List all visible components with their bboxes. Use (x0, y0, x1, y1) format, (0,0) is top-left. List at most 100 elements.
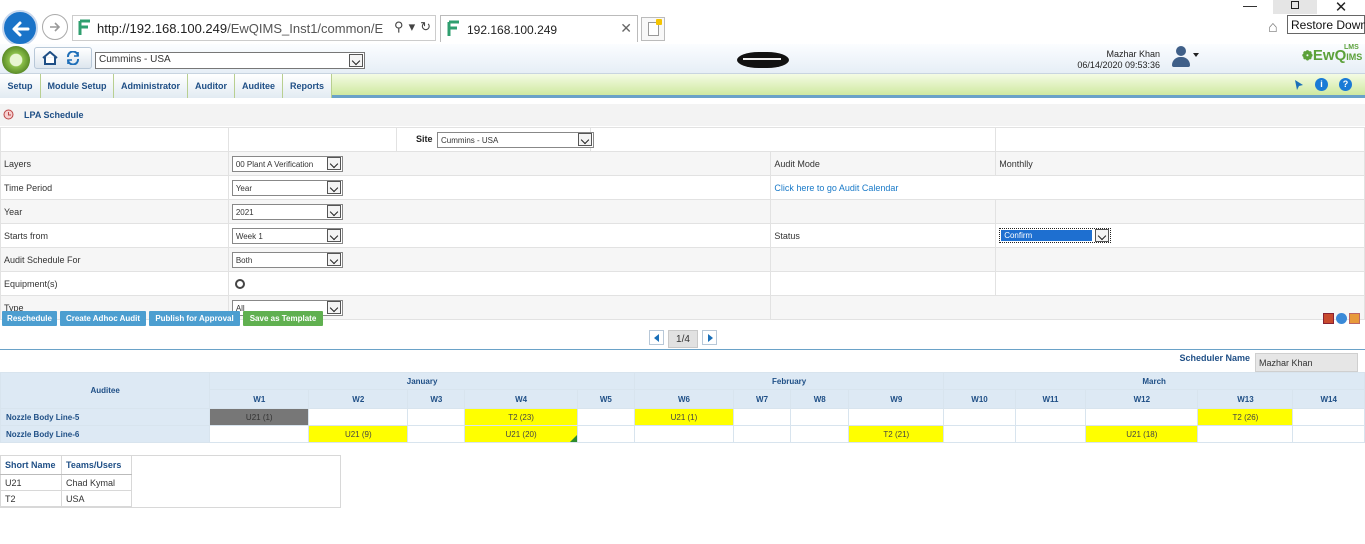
help-icon[interactable]: ? (1339, 78, 1352, 91)
close-tab-icon[interactable]: ✕ (620, 20, 632, 37)
chevron-down-icon (577, 132, 592, 146)
restore-down-button[interactable] (1273, 0, 1317, 14)
save-as-template-button[interactable]: Save as Template (243, 311, 323, 326)
schedule-cell[interactable] (633, 425, 734, 443)
section-divider (0, 349, 1365, 350)
chevron-down-icon[interactable]: ▾ (409, 19, 416, 34)
menu-reports[interactable]: Reports (283, 74, 332, 98)
forward-button[interactable] (42, 14, 68, 40)
minimize-button[interactable]: — (1241, 0, 1259, 14)
menu-module-setup[interactable]: Module Setup (41, 74, 114, 98)
schedule-cell[interactable] (1292, 425, 1365, 443)
refresh-icon[interactable]: ↻ (420, 19, 431, 34)
site-selector[interactable]: Cummins - USA (95, 52, 365, 69)
schedule-cell[interactable] (732, 408, 792, 426)
app-logo[interactable] (2, 46, 30, 74)
scheduler-name-field[interactable]: Mazhar Khan (1255, 353, 1358, 372)
user-menu-caret-icon[interactable] (1193, 53, 1199, 57)
schedule-cell[interactable] (407, 425, 466, 443)
audit-mode-value: Monthlly (995, 151, 1365, 176)
schedule-cell[interactable] (790, 408, 850, 426)
schedule-cell[interactable]: U21 (9) (308, 425, 409, 443)
starts-from-row: Starts from Week 1 Status Confirm (0, 223, 1365, 248)
schedule-cell[interactable] (1014, 425, 1087, 443)
home-icon[interactable] (42, 51, 58, 65)
address-bar[interactable]: http://192.168.100.249/EwQIMS_Inst1/comm… (72, 15, 436, 41)
schedule-cell[interactable] (1292, 408, 1365, 426)
starts-from-select[interactable]: Week 1 (231, 227, 343, 244)
schedule-cell[interactable] (209, 425, 310, 443)
calendar-export-icon[interactable] (1323, 313, 1334, 324)
browser-toolbar: http://192.168.100.249/EwQIMS_Inst1/comm… (0, 0, 1365, 46)
week-header: W6 (633, 389, 734, 409)
schedule-cell[interactable] (1014, 408, 1087, 426)
year-select[interactable]: 2021 (231, 203, 343, 220)
schedule-cell[interactable] (732, 425, 792, 443)
gear-icon[interactable] (234, 278, 245, 289)
layers-select[interactable]: 00 Plant A Verification (231, 155, 343, 172)
schedule-for-select[interactable]: Both (231, 251, 343, 268)
schedule-cell[interactable] (943, 425, 1016, 443)
time-period-select[interactable]: Year (231, 179, 343, 196)
page-indicator: 1/4 (668, 330, 698, 348)
publish-for-approval-button[interactable]: Publish for Approval (149, 311, 240, 326)
schedule-cell[interactable]: U21 (1) (209, 408, 310, 426)
schedule-cell[interactable] (1085, 408, 1199, 426)
legend-short-name-header: Short Name (0, 455, 62, 475)
create-adhoc-audit-button[interactable]: Create Adhoc Audit (60, 311, 146, 326)
info-icon[interactable]: i (1315, 78, 1328, 91)
schedule-cell[interactable] (407, 408, 466, 426)
close-window-button[interactable]: ✕ (1329, 0, 1353, 16)
menu-auditor[interactable]: Auditor (188, 74, 235, 98)
schedule-cell[interactable]: U21 (20) (464, 425, 578, 443)
reschedule-button[interactable]: Reschedule (2, 311, 57, 326)
week-header: W2 (308, 389, 409, 409)
search-icon[interactable]: ⚲ (394, 19, 404, 34)
week-header: W5 (576, 389, 635, 409)
week-header: W9 (848, 389, 945, 409)
grid-view-icon[interactable] (1349, 313, 1360, 324)
menu-administrator[interactable]: Administrator (114, 74, 188, 98)
schedule-cell[interactable]: U21 (18) (1085, 425, 1199, 443)
schedule-cell[interactable] (943, 408, 1016, 426)
schedule-cell[interactable] (576, 408, 635, 426)
user-avatar-icon[interactable] (1171, 46, 1191, 68)
week-header: W11 (1014, 389, 1087, 409)
arrow-left-icon (12, 21, 30, 37)
schedule-cell[interactable] (848, 408, 945, 426)
schedule-cell[interactable] (790, 425, 850, 443)
schedule-cell[interactable] (576, 425, 635, 443)
refresh-icon[interactable] (65, 51, 81, 65)
back-button[interactable] (2, 10, 38, 46)
audit-calendar-link[interactable]: Click here to go Audit Calendar (774, 183, 898, 193)
chevron-down-icon (326, 204, 341, 218)
legend-team-name: USA (61, 490, 132, 507)
schedule-for-value: Both (235, 255, 253, 265)
month-header: January (209, 372, 635, 390)
browser-tab[interactable]: 192.168.100.249 ✕ (440, 15, 638, 42)
previous-page-button[interactable] (649, 330, 664, 345)
schedule-cell[interactable] (1197, 425, 1294, 443)
schedule-cell[interactable]: T2 (23) (464, 408, 578, 426)
export-toolbar (1321, 313, 1360, 327)
schedule-cell[interactable]: U21 (1) (633, 408, 734, 426)
pin-icon[interactable] (1292, 78, 1306, 92)
new-tab-button[interactable] (641, 17, 665, 41)
site-favicon-icon (78, 19, 90, 35)
schedule-cell[interactable]: T2 (21) (848, 425, 945, 443)
next-page-button[interactable] (702, 330, 717, 345)
status-select[interactable]: Confirm (999, 228, 1112, 243)
site-filter-select[interactable]: Cummins - USA (436, 131, 594, 148)
globe-icon[interactable] (1336, 313, 1347, 324)
menu-setup[interactable]: Setup (0, 74, 41, 98)
menu-auditee[interactable]: Auditee (235, 74, 283, 98)
schedule-cell[interactable]: T2 (26) (1197, 408, 1294, 426)
home-icon[interactable]: ⌂ (1268, 19, 1278, 37)
schedule-cell[interactable] (308, 408, 409, 426)
auditee-name: Nozzle Body Line-5 (0, 408, 211, 426)
starts-from-value: Week 1 (235, 231, 263, 241)
legend-table: Short Name Teams/Users U21 Chad Kymal T2… (0, 455, 132, 507)
year-label: Year (0, 199, 229, 224)
tab-title: 192.168.100.249 (467, 23, 558, 37)
week-header: W1 (209, 389, 310, 409)
